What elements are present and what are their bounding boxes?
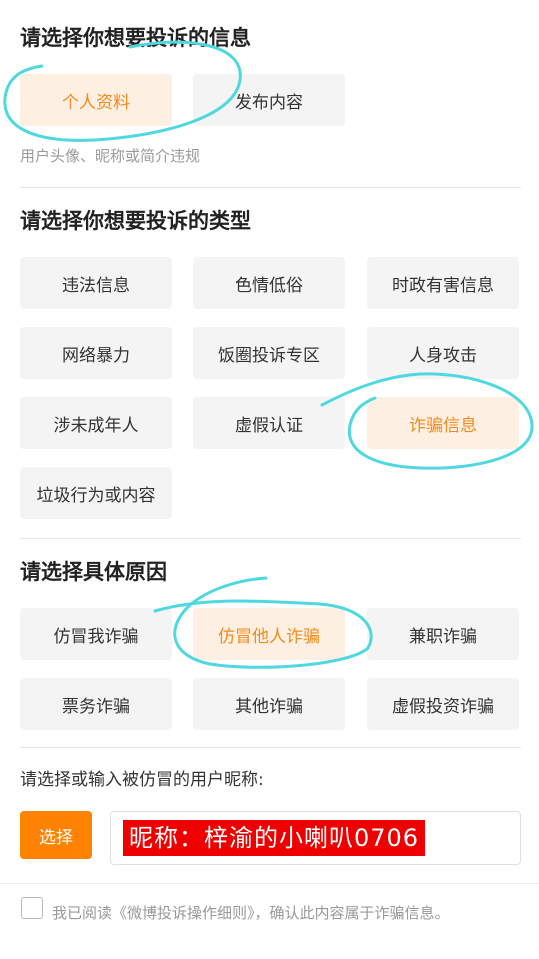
option-investment-fraud[interactable]: 虚假投资诈骗 [367,678,519,730]
option-cyber-violence[interactable]: 网络暴力 [20,327,172,379]
option-impersonate-me[interactable]: 仿冒我诈骗 [20,608,172,660]
option-personal-attack[interactable]: 人身攻击 [367,327,519,379]
nickname-label: 请选择或输入被仿冒的用户昵称: [20,770,264,790]
divider [0,883,539,884]
option-fandom-complaint[interactable]: 饭圈投诉专区 [193,327,345,379]
option-impersonate-others[interactable]: 仿冒他人诈骗 [193,608,345,660]
reason-section-title: 请选择具体原因 [20,560,167,584]
option-personal-profile[interactable]: 个人资料 [20,74,172,126]
type-section-title: 请选择你想要投诉的类型 [20,209,251,233]
select-button[interactable]: 选择 [20,811,92,859]
nickname-value: 昵称：梓渝的小喇叭0706 [123,820,426,856]
option-spam[interactable]: 垃圾行为或内容 [20,467,172,519]
option-minors[interactable]: 涉未成年人 [20,397,172,449]
option-part-time-fraud[interactable]: 兼职诈骗 [367,608,519,660]
info-hint: 用户头像、昵称或简介违规 [20,147,201,165]
option-other-fraud[interactable]: 其他诈骗 [193,678,345,730]
option-ticket-fraud[interactable]: 票务诈骗 [20,678,172,730]
option-published-content[interactable]: 发布内容 [193,74,345,126]
divider [20,187,521,188]
option-fake-verification[interactable]: 虚假认证 [193,397,345,449]
option-pornographic[interactable]: 色情低俗 [193,257,345,309]
option-fraud-info[interactable]: 诈骗信息 [367,397,519,449]
agreement-text: 我已阅读《微博投诉操作细则》，确认此内容属于诈骗信息。 [52,904,450,922]
divider [20,747,521,748]
nickname-input[interactable]: 昵称：梓渝的小喇叭0706 [110,811,521,865]
option-political-harmful[interactable]: 时政有害信息 [367,257,519,309]
option-illegal-info[interactable]: 违法信息 [20,257,172,309]
info-section-title: 请选择你想要投诉的信息 [20,26,251,50]
divider [20,538,521,539]
agreement-checkbox[interactable] [21,897,43,919]
